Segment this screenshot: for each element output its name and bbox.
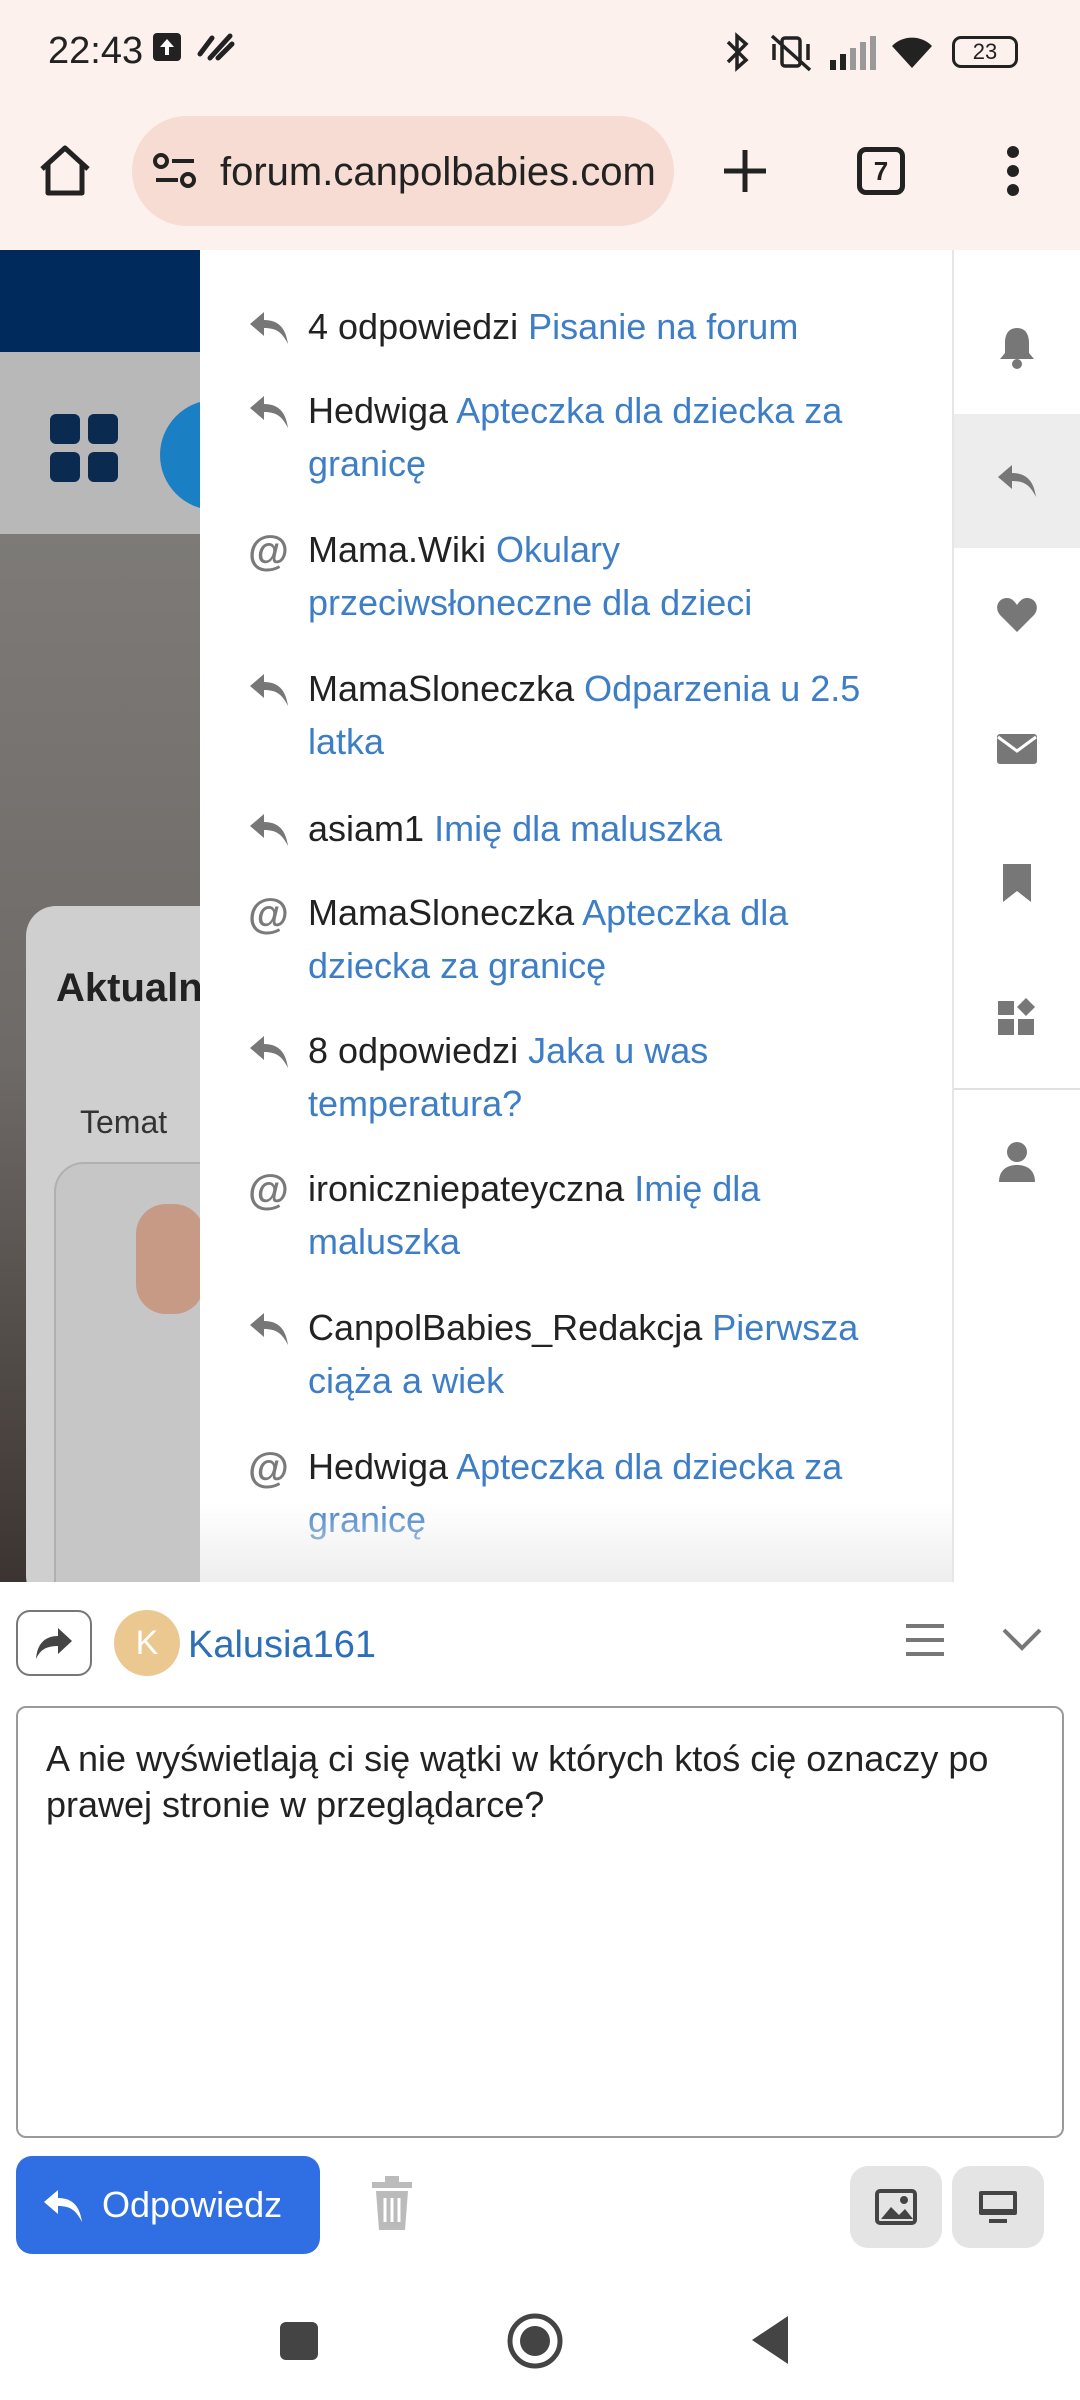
reply-author-name[interactable]: Kalusia161: [188, 1624, 376, 1667]
browser-toolbar: forum.canpolbabies.com 7: [0, 110, 1080, 250]
notification-user: Mama.Wiki: [308, 529, 486, 570]
at-icon: @: [248, 890, 289, 937]
messages-tab[interactable]: [954, 682, 1080, 816]
bookmark-icon: [1003, 864, 1031, 902]
upload-notification-icon: [153, 33, 181, 61]
notification-user: asiam1: [308, 808, 425, 849]
reply-icon: [998, 465, 1036, 497]
at-icon: @: [248, 1444, 289, 1491]
apps-grid-icon[interactable]: [50, 414, 118, 482]
notifications-dropdown: 4 odpowiedzi Pisanie na forum Hedwiga Ap…: [200, 250, 952, 1582]
notification-topic-link[interactable]: Pisanie na forum: [528, 306, 798, 347]
site-settings-icon[interactable]: [152, 150, 198, 192]
preview-button[interactable]: [952, 2166, 1044, 2248]
tab-count: 7: [857, 147, 905, 195]
more-vert-icon: [1007, 146, 1019, 196]
signal-icon: [830, 36, 876, 70]
avatar: K: [114, 1610, 180, 1676]
back-icon[interactable]: [750, 2314, 792, 2366]
envelope-icon: [997, 734, 1037, 764]
widgets-tab[interactable]: [954, 950, 1080, 1084]
reply-textarea[interactable]: A nie wyświetlają ci się wątki w których…: [16, 1706, 1064, 2138]
notification-user: CanpolBabies_Redakcja: [308, 1307, 703, 1348]
reply-icon: [250, 1313, 288, 1345]
reply-target-button[interactable]: [16, 1610, 92, 1676]
vibrate-off-icon: [770, 34, 812, 72]
notification-item[interactable]: asiam1 Imię dla maluszka: [248, 802, 908, 855]
notification-user: MamaSloneczka: [308, 668, 575, 709]
notification-topic-link[interactable]: Imię dla maluszka: [434, 808, 722, 849]
at-icon: @: [248, 1166, 289, 1213]
wifi-icon: [892, 37, 932, 68]
column-header-topic: Temat: [80, 1104, 168, 1140]
browser-menu-button[interactable]: [968, 126, 1058, 216]
replies-tab[interactable]: [954, 414, 1080, 548]
bookmarks-tab[interactable]: [954, 816, 1080, 950]
url-text: forum.canpolbabies.com: [220, 150, 656, 194]
notification-item[interactable]: @ ironiczniepateyczna Imię dla maluszka: [248, 1162, 908, 1268]
reply-icon: [250, 814, 288, 846]
profile-tab[interactable]: [954, 1094, 1080, 1228]
menu-icon[interactable]: [902, 1620, 948, 1660]
battery-indicator: 23: [952, 36, 1018, 68]
side-panel-rail: [952, 250, 1080, 1582]
reply-icon: [44, 2190, 82, 2222]
notification-item[interactable]: 8 odpowiedzi Jaka u was temperatura?: [248, 1024, 908, 1130]
home-button[interactable]: [20, 126, 110, 216]
insert-image-button[interactable]: [850, 2166, 942, 2248]
notification-item[interactable]: CanpolBabies_Redakcja Pierwsza ciąża a w…: [248, 1301, 908, 1407]
home-nav-icon[interactable]: [506, 2312, 564, 2370]
home-icon: [40, 145, 90, 196]
notification-user: Hedwiga: [308, 390, 449, 431]
heart-icon: [997, 598, 1037, 632]
card-title: Aktualn: [56, 966, 203, 1010]
recents-icon[interactable]: [278, 2320, 320, 2362]
notification-user: ironiczniepateyczna: [308, 1168, 625, 1209]
plus-icon: [724, 150, 766, 192]
notification-item[interactable]: Hedwiga Apteczka dla dziecka za granicę: [248, 384, 908, 490]
image-icon: [875, 2189, 917, 2225]
bluetooth-icon: [726, 32, 749, 72]
user-avatar-image: [136, 1204, 204, 1314]
reply-icon: [250, 312, 288, 344]
reply-submit-button[interactable]: Odpowiedz: [16, 2156, 320, 2254]
chevron-down-icon[interactable]: [1000, 1624, 1044, 1654]
bell-icon: [1000, 328, 1034, 369]
address-bar[interactable]: forum.canpolbabies.com: [132, 116, 674, 226]
app-notification-icon: [197, 33, 235, 61]
share-icon: [36, 1628, 72, 1659]
notification-item[interactable]: MamaSloneczka Odparzenia u 2.5 latka: [248, 662, 908, 768]
new-tab-button[interactable]: [700, 126, 790, 216]
reply-icon: [250, 396, 288, 428]
at-icon: @: [248, 527, 289, 574]
notification-item[interactable]: @ Mama.Wiki Okulary przeciwsłoneczne dla…: [248, 523, 908, 629]
notification-item[interactable]: @ Hedwiga Apteczka dla dziecka za granic…: [248, 1440, 908, 1546]
status-time: 22:43: [48, 30, 144, 72]
tab-switcher-button[interactable]: 7: [836, 126, 926, 216]
likes-tab[interactable]: [954, 548, 1080, 682]
notification-item[interactable]: @ MamaSloneczka Apteczka dla dziecka za …: [248, 886, 908, 992]
notification-user: MamaSloneczka: [308, 892, 575, 933]
reply-icon: [250, 1036, 288, 1068]
notifications-tab[interactable]: [954, 280, 1080, 414]
notification-item[interactable]: 4 odpowiedzi Pisanie na forum: [248, 300, 908, 353]
reply-composer: K Kalusia161 A nie wyświetlają ci się wą…: [0, 1582, 1080, 2282]
battery-level: 23: [972, 39, 998, 64]
desktop-icon: [979, 2191, 1017, 2223]
system-navigation-bar: [0, 2282, 1080, 2400]
status-bar: 22:43 23: [0, 0, 1080, 110]
notification-user: Hedwiga: [308, 1446, 449, 1487]
rail-divider: [954, 1088, 1080, 1090]
reply-icon: [250, 674, 288, 706]
user-icon: [999, 1142, 1035, 1182]
reply-button-label: Odpowiedz: [102, 2184, 283, 2225]
notification-user: 4 odpowiedzi: [308, 306, 519, 347]
trash-icon[interactable]: [370, 2176, 414, 2232]
widgets-icon: [998, 998, 1035, 1035]
notification-user: 8 odpowiedzi: [308, 1030, 519, 1071]
